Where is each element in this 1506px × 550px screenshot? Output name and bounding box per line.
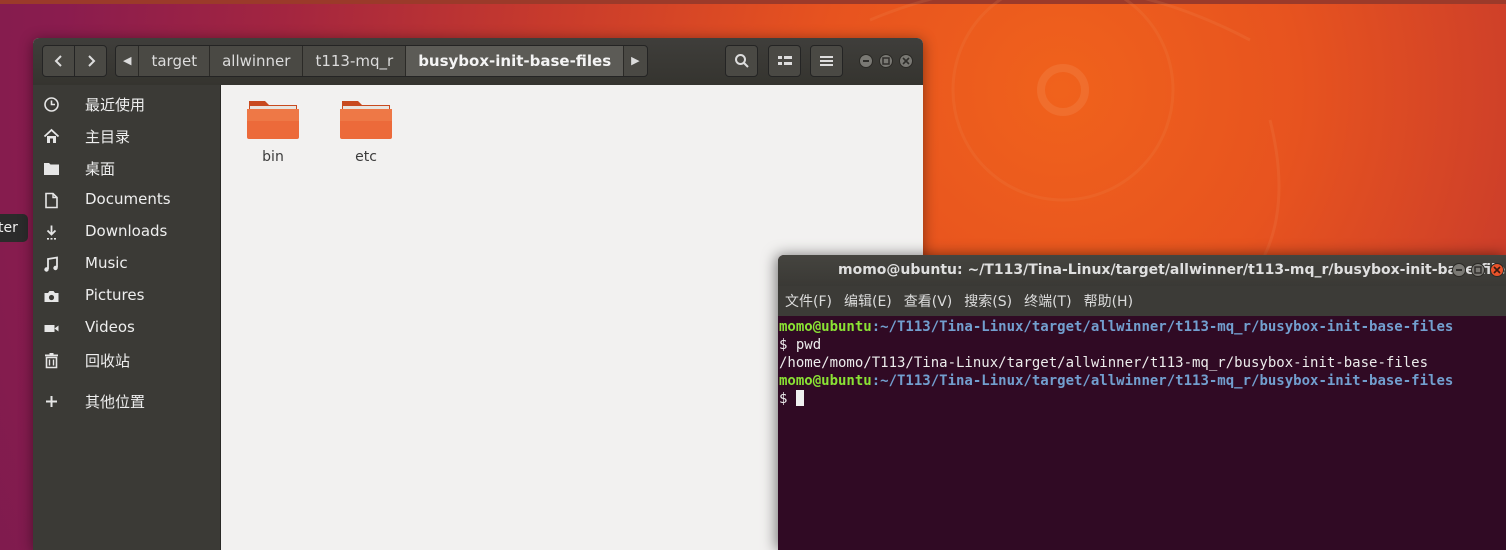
folder-label: etc: [355, 149, 377, 165]
text-cursor: [795, 390, 804, 406]
terminal-window: momo@ubuntu: ~/T113/Tina-Linux/target/al…: [778, 255, 1506, 550]
sidebar-item-music[interactable]: Music: [33, 248, 220, 280]
trash-icon: [45, 353, 58, 369]
prompt-user: momo@ubuntu: [779, 373, 872, 389]
terminal-output[interactable]: momo@ubuntu:~/T113/Tina-Linux/target/all…: [778, 316, 1506, 550]
places-sidebar: 最近使用 主目录 桌面 Documents Downloads Music Pi…: [33, 85, 221, 550]
menu-terminal[interactable]: 终端(T): [1024, 291, 1071, 311]
dock-tooltip: ter: [0, 214, 28, 242]
terminal-menubar: 文件(F) 编辑(E) 查看(V) 搜索(S) 终端(T) 帮助(H): [778, 286, 1506, 316]
desktop-icon: [44, 163, 59, 175]
menu-file[interactable]: 文件(F): [785, 291, 832, 311]
folder-item-etc[interactable]: etc: [334, 97, 398, 165]
breadcrumb-scroll-right[interactable]: ▶: [624, 46, 646, 76]
prompt-path: :~/T113/Tina-Linux/target/allwinner/t113…: [871, 373, 1454, 389]
search-button[interactable]: [725, 45, 758, 77]
close-icon: [1493, 266, 1501, 274]
minimize-icon: [1456, 269, 1462, 271]
sidebar-item-label: 其他位置: [85, 393, 146, 411]
sidebar-item-label: 主目录: [85, 128, 131, 146]
prompt-path: :~/T113/Tina-Linux/target/allwinner/t113…: [871, 319, 1454, 335]
maximize-icon: [882, 57, 890, 65]
terminal-minimize-button[interactable]: [1452, 263, 1466, 277]
sidebar-item-pictures[interactable]: Pictures: [33, 280, 220, 312]
video-icon: [44, 325, 59, 332]
music-icon: [44, 256, 58, 272]
terminal-line: $: [778, 390, 1506, 408]
forward-button[interactable]: [74, 45, 107, 77]
prompt-symbol: $: [779, 391, 796, 407]
sidebar-item-label: 回收站: [85, 352, 131, 370]
view-options-button[interactable]: [768, 45, 801, 77]
plus-icon: [46, 396, 57, 407]
sidebar-item-label: Videos: [85, 318, 135, 336]
close-button[interactable]: [899, 54, 913, 68]
sidebar-item-desktop[interactable]: 桌面: [33, 152, 220, 184]
terminal-titlebar[interactable]: momo@ubuntu: ~/T113/Tina-Linux/target/al…: [778, 255, 1506, 286]
sidebar-item-videos[interactable]: Videos: [33, 312, 220, 344]
prompt-user: momo@ubuntu: [779, 319, 872, 335]
camera-icon: [44, 291, 59, 302]
terminal-close-button[interactable]: [1490, 263, 1504, 277]
sidebar-item-label: 桌面: [85, 160, 116, 178]
terminal-maximize-button[interactable]: [1471, 263, 1485, 277]
terminal-line: momo@ubuntu:~/T113/Tina-Linux/target/all…: [778, 372, 1506, 390]
sidebar-item-documents[interactable]: Documents: [33, 184, 220, 216]
menu-search[interactable]: 搜索(S): [964, 291, 1012, 311]
list-view-icon: [777, 56, 792, 65]
sidebar-item-label: 最近使用: [85, 96, 146, 114]
sidebar-item-trash[interactable]: 回收站: [33, 344, 220, 376]
sidebar-item-label: Pictures: [85, 286, 145, 304]
sidebar-item-label: Downloads: [85, 222, 168, 240]
file-manager-headerbar: ◀ target allwinner t113-mq_r busybox-ini…: [33, 38, 923, 86]
breadcrumb-item-current[interactable]: busybox-init-base-files: [406, 46, 625, 76]
maximize-button[interactable]: [879, 54, 893, 68]
hamburger-icon: [820, 56, 833, 66]
terminal-line: momo@ubuntu:~/T113/Tina-Linux/target/all…: [778, 318, 1506, 336]
menu-view[interactable]: 查看(V): [904, 291, 953, 311]
menu-edit[interactable]: 编辑(E): [844, 291, 892, 311]
menu-button[interactable]: [810, 45, 843, 77]
search-icon: [734, 54, 749, 68]
sidebar-item-label: Documents: [85, 190, 171, 208]
documents-icon: [45, 192, 58, 209]
breadcrumb-item-t113[interactable]: t113-mq_r: [303, 46, 407, 76]
terminal-title: momo@ubuntu: ~/T113/Tina-Linux/target/al…: [838, 262, 1506, 278]
sidebar-item-home[interactable]: 主目录: [33, 120, 220, 152]
breadcrumb-item-allwinner[interactable]: allwinner: [210, 46, 304, 76]
maximize-icon: [1474, 266, 1482, 274]
breadcrumb: ◀ target allwinner t113-mq_r busybox-ini…: [115, 45, 648, 77]
menu-help[interactable]: 帮助(H): [1084, 291, 1133, 311]
chevron-right-icon: [87, 55, 95, 67]
chevron-left-icon: [54, 55, 62, 67]
folder-icon: [340, 101, 392, 139]
downloads-icon: [46, 225, 57, 240]
top-panel-edge: [0, 0, 1506, 4]
sidebar-item-other-locations[interactable]: 其他位置: [33, 385, 220, 417]
folder-icon: [247, 101, 299, 139]
minimize-icon: [863, 60, 869, 62]
breadcrumb-scroll-left[interactable]: ◀: [116, 46, 140, 76]
close-icon: [902, 57, 910, 65]
sidebar-item-label: Music: [85, 254, 128, 272]
recent-icon: [44, 97, 59, 112]
folder-item-bin[interactable]: bin: [241, 97, 305, 165]
terminal-line: $ pwd: [779, 337, 822, 353]
home-icon: [43, 128, 60, 143]
minimize-button[interactable]: [859, 54, 873, 68]
breadcrumb-item-target[interactable]: target: [139, 46, 211, 76]
back-button[interactable]: [42, 45, 75, 77]
folder-label: bin: [262, 149, 284, 165]
terminal-line: /home/momo/T113/Tina-Linux/target/allwin…: [779, 355, 1429, 371]
sidebar-item-downloads[interactable]: Downloads: [33, 216, 220, 248]
sidebar-item-recent[interactable]: 最近使用: [33, 88, 220, 120]
sidebar-separator: [33, 376, 220, 385]
